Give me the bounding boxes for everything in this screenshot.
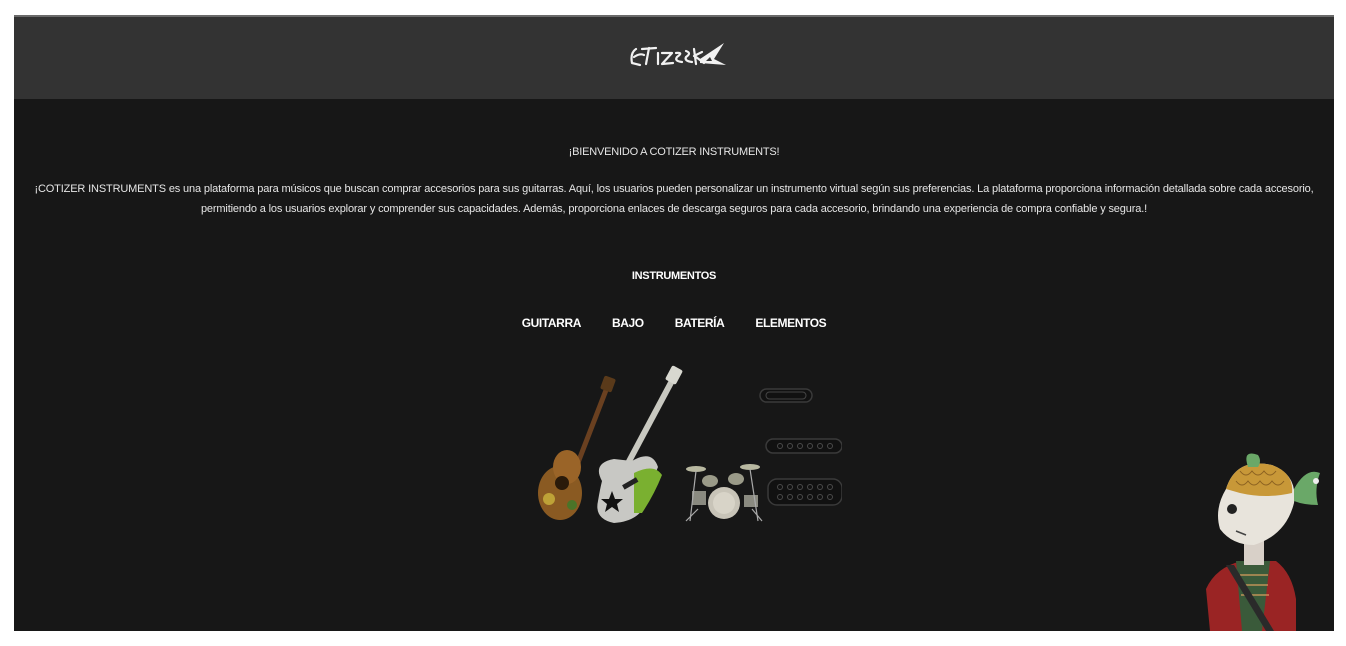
welcome-title: ¡BIENVENIDO A COTIZER INSTRUMENTS! [568, 146, 780, 158]
drum-kit-icon [685, 464, 763, 522]
fish-head-mascot-icon [1206, 453, 1320, 631]
pickups-icon [759, 388, 842, 506]
nav-guitarra-link[interactable]: GUITARRA [522, 316, 582, 330]
header [14, 17, 1334, 99]
nav-elementos-link[interactable]: ELEMENTOS [755, 316, 826, 330]
instruments-nav: GUITARRA BAJO BATERÍA ELEMENTOS [14, 316, 1334, 330]
page-frame: ¡BIENVENIDO A COTIZER INSTRUMENTS! ¡COTI… [14, 15, 1334, 631]
instruments-collage-image [538, 365, 842, 523]
nav-bajo-link[interactable]: BAJO [612, 316, 644, 330]
welcome-description: ¡COTIZER INSTRUMENTS es una plataforma p… [34, 183, 1314, 215]
instruments-title: INSTRUMENTOS [631, 270, 717, 282]
nav-bateria-link[interactable]: BATERÍA [675, 316, 725, 330]
cotizer-logo[interactable] [626, 37, 730, 77]
